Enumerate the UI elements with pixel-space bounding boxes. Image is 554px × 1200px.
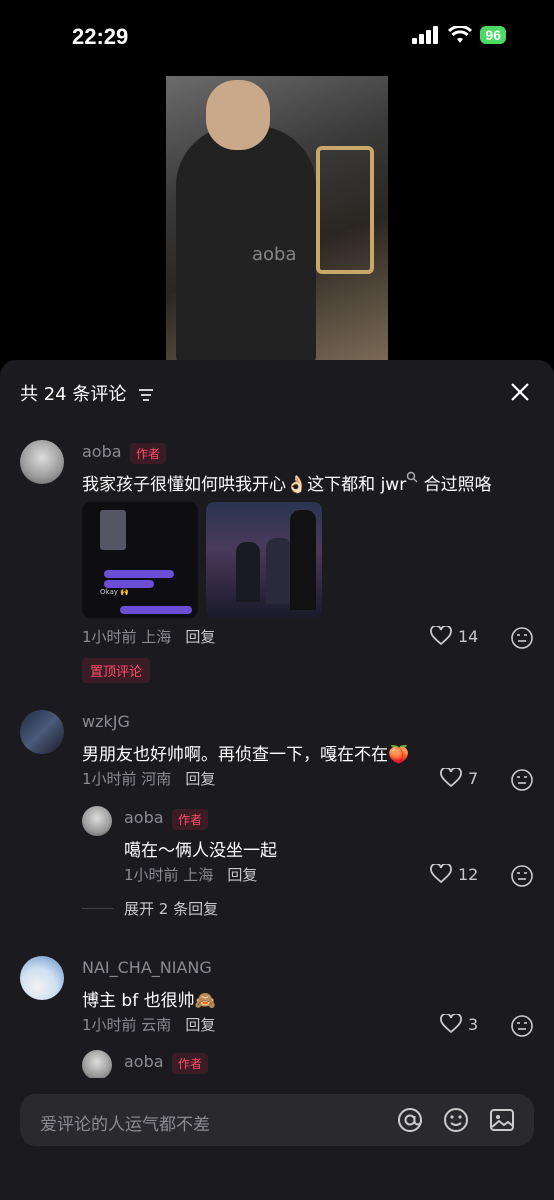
comment-input-placeholder: 爱评论的人运气都不差 xyxy=(40,1115,210,1135)
comment-time: 1小时前 上海 xyxy=(82,628,172,646)
comment-time: 1小时前 河南 xyxy=(82,770,172,788)
comment-image-photo[interactable] xyxy=(206,502,322,618)
comment-username[interactable]: aoba xyxy=(82,442,122,461)
comment-input[interactable]: 爱评论的人运气都不差 xyxy=(20,1094,534,1146)
input-icons xyxy=(396,1106,516,1134)
chat-bubble xyxy=(104,570,174,578)
like-button[interactable]: 3 xyxy=(440,1014,478,1034)
status-bar: 22:29 96 xyxy=(0,0,554,70)
video-head xyxy=(206,80,270,150)
like-count: 12 xyxy=(458,864,479,884)
battery-indicator: 96 xyxy=(480,26,506,44)
comment-count[interactable]: 共 24 条评论 xyxy=(20,380,154,406)
reply-text: 噶在～俩人没坐一起 xyxy=(124,841,277,861)
comment-meta: 1小时前 云南 回复 xyxy=(82,1014,215,1035)
heart-icon xyxy=(430,626,452,646)
comment-count-label: 共 24 条评论 xyxy=(20,384,127,405)
comment-username[interactable]: NAI_CHA_NIANG xyxy=(82,958,212,977)
chat-bubble xyxy=(104,580,154,588)
close-icon[interactable] xyxy=(506,378,534,406)
comment-meta: 1小时前 河南 回复 xyxy=(82,768,215,789)
author-tag: 作者 xyxy=(172,1053,209,1074)
dislike-icon[interactable] xyxy=(510,768,534,792)
chat-photo xyxy=(100,510,126,550)
avatar[interactable] xyxy=(20,956,64,1000)
expand-replies-button[interactable]: 展开 2 条回复 xyxy=(82,898,218,919)
author-tag: 作者 xyxy=(130,443,167,464)
emoji-icon[interactable] xyxy=(442,1106,470,1134)
like-count: 3 xyxy=(468,1014,479,1034)
comment-image-chat[interactable]: Okay 🙌 xyxy=(82,502,198,618)
comment-text: 我家孩子很懂如何哄我开心👌🏻这下都和 jwr 合过照咯 xyxy=(82,470,492,495)
avatar[interactable] xyxy=(82,1050,112,1080)
reply-username[interactable]: aoba xyxy=(124,808,164,827)
like-button[interactable]: 12 xyxy=(430,864,478,884)
video-person xyxy=(176,126,316,360)
dislike-icon[interactable] xyxy=(510,864,534,888)
heart-icon xyxy=(430,864,452,884)
comment-text-suffix: 合过照咯 xyxy=(418,475,492,495)
comment-username[interactable]: wzkJG xyxy=(82,712,130,731)
comment-text: 博主 bf 也很帅🙈 xyxy=(82,991,216,1011)
search-icon[interactable] xyxy=(406,471,418,483)
reply-button[interactable]: 回复 xyxy=(227,866,257,884)
comment-time: 1小时前 云南 xyxy=(82,1016,172,1034)
reply-username[interactable]: aoba xyxy=(124,1052,164,1071)
video-watermark: aoba xyxy=(252,244,297,265)
like-button[interactable]: 14 xyxy=(430,626,478,646)
video-preview[interactable]: aoba xyxy=(166,76,388,360)
comment-meta: 1小时前 上海 回复 xyxy=(82,626,215,647)
video-chair xyxy=(316,146,374,274)
reply-button[interactable]: 回复 xyxy=(185,628,215,646)
photo-person xyxy=(290,510,316,610)
comment-text-main: 我家孩子很懂如何哄我开心👌🏻这下都和 jwr xyxy=(82,475,407,495)
reply-button[interactable]: 回复 xyxy=(185,770,215,788)
heart-icon xyxy=(440,768,462,788)
comment-sheet: 共 24 条评论 aoba 作者 我家孩子很懂如何哄我开心👌🏻这下都和 jwr … xyxy=(0,360,554,1200)
chat-text: Okay 🙌 xyxy=(100,588,129,596)
chat-bubble xyxy=(120,606,192,614)
dislike-icon[interactable] xyxy=(510,626,534,650)
photo-person xyxy=(236,542,260,602)
status-time: 22:29 xyxy=(72,24,129,49)
reply-button[interactable]: 回复 xyxy=(185,1016,215,1034)
reply-time: 1小时前 上海 xyxy=(124,866,214,884)
like-count: 7 xyxy=(468,768,479,788)
at-mention-icon[interactable] xyxy=(396,1106,424,1134)
expand-label: 展开 2 条回复 xyxy=(124,900,219,918)
pinned-tag: 置顶评论 xyxy=(82,658,151,683)
list-fade xyxy=(0,1078,554,1094)
signal-icon xyxy=(412,26,439,44)
status-icons: 96 xyxy=(412,26,506,44)
wifi-icon xyxy=(448,26,473,43)
heart-icon xyxy=(440,1014,462,1034)
image-icon[interactable] xyxy=(488,1106,516,1134)
dislike-icon[interactable] xyxy=(510,1014,534,1038)
author-tag: 作者 xyxy=(172,809,209,830)
avatar[interactable] xyxy=(82,806,112,836)
avatar[interactable] xyxy=(20,710,64,754)
reply-meta: 1小时前 上海 回复 xyxy=(124,864,257,885)
like-button[interactable]: 7 xyxy=(440,768,478,788)
filter-icon[interactable] xyxy=(138,388,154,402)
photo-person xyxy=(266,538,292,604)
sheet-header: 共 24 条评论 xyxy=(20,378,534,408)
comment-text: 男朋友也好帅啊。再侦查一下，嘎在不在🍑 xyxy=(82,745,410,765)
like-count: 14 xyxy=(458,626,479,646)
avatar[interactable] xyxy=(20,440,64,484)
expand-divider xyxy=(82,908,114,909)
